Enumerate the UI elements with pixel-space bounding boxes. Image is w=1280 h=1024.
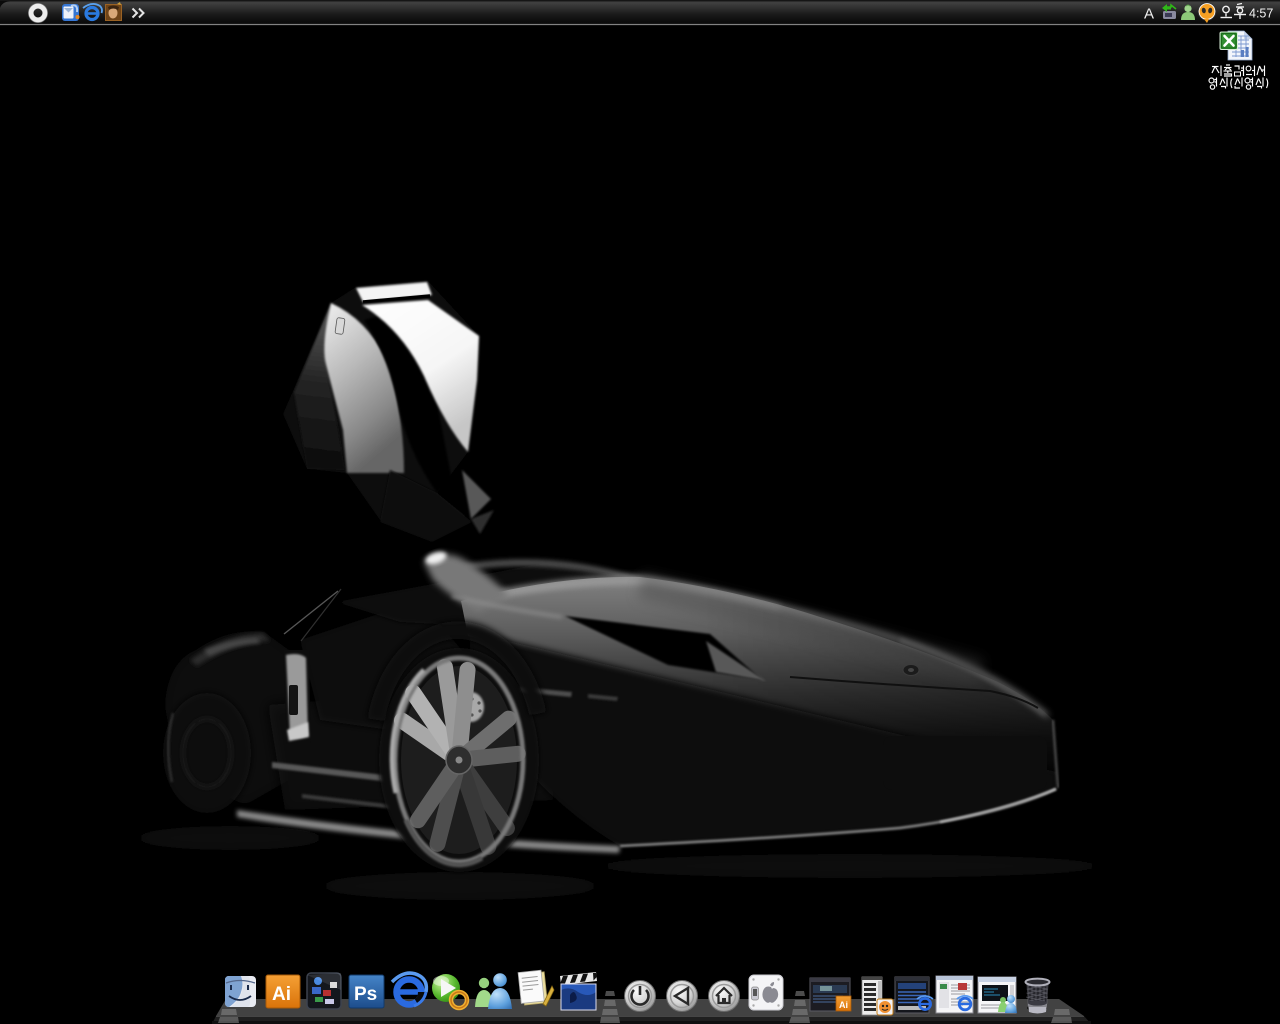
svg-text:A: A <box>1144 6 1154 23</box>
svg-text:4:57: 4:57 <box>1249 7 1273 21</box>
svg-text:Ai: Ai <box>839 1000 848 1010</box>
svg-text:Ps: Ps <box>354 984 377 1005</box>
svg-text:Ai: Ai <box>272 984 291 1005</box>
